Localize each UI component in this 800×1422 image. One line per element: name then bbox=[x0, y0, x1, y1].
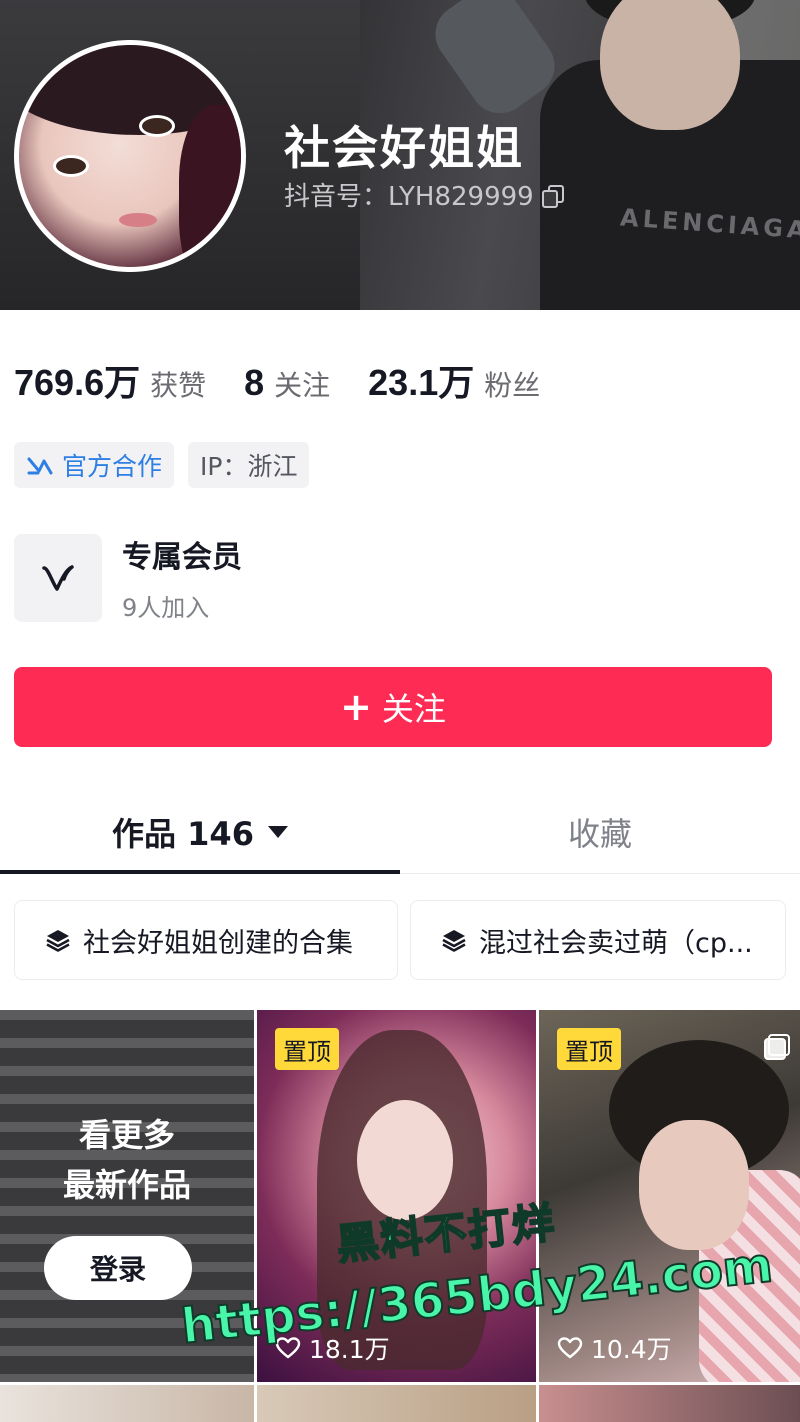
collection-item[interactable]: 社会好姐姐创建的合集 bbox=[14, 900, 398, 980]
avatar-eye-right bbox=[139, 115, 175, 137]
avatar-lips bbox=[119, 213, 157, 227]
avatar-hair-side bbox=[179, 105, 241, 267]
stat-likes-value: 769.6万 bbox=[14, 362, 141, 403]
login-button[interactable]: 登录 bbox=[44, 1236, 192, 1300]
stat-following-value: 8 bbox=[244, 362, 265, 403]
stat-following-label: 关注 bbox=[274, 369, 331, 402]
stat-following[interactable]: 8 关注 bbox=[244, 362, 330, 404]
exclusive-member-entry[interactable]: 专属会员 9人加入 bbox=[14, 532, 242, 623]
official-cooperation-tag[interactable]: 官方合作 bbox=[14, 442, 175, 488]
member-title: 专属会员 bbox=[122, 540, 242, 575]
member-text: 专属会员 9人加入 bbox=[122, 532, 242, 623]
heart-icon bbox=[557, 1336, 583, 1360]
tab-works-label: 作品 146 bbox=[112, 814, 254, 853]
follow-button-label: 关注 bbox=[381, 690, 446, 728]
copy-icon[interactable] bbox=[541, 184, 564, 208]
pinned-badge: 置顶 bbox=[275, 1028, 339, 1070]
stat-likes-label: 获赞 bbox=[150, 369, 207, 402]
collection-label: 混过社会卖过萌（cp... bbox=[479, 927, 753, 959]
cover-face bbox=[600, 0, 740, 130]
profile-stats: 769.6万 获赞 8 关注 23.1万 粉丝 bbox=[14, 354, 578, 406]
ip-tag-label: IP：浙江 bbox=[200, 452, 298, 481]
ip-location-tag: IP：浙江 bbox=[188, 442, 310, 488]
video-grid-next-row bbox=[0, 1385, 800, 1422]
profile-nickname: 社会好姐姐 bbox=[284, 121, 524, 175]
collection-item[interactable]: 混过社会卖过萌（cp... bbox=[410, 900, 786, 980]
stat-followers-label: 粉丝 bbox=[484, 369, 541, 402]
caret-down-icon[interactable] bbox=[267, 825, 288, 838]
video-thumbnail[interactable] bbox=[0, 1385, 257, 1422]
official-tag-label: 官方合作 bbox=[62, 452, 163, 481]
see-more-prompt: 看更多 最新作品 bbox=[0, 1110, 254, 1210]
see-more-line2: 最新作品 bbox=[62, 1166, 191, 1204]
video-likes: 10.4万 bbox=[557, 1330, 672, 1366]
tab-favorites[interactable]: 收藏 bbox=[400, 790, 800, 873]
member-v-icon bbox=[14, 533, 102, 622]
stat-likes[interactable]: 769.6万 获赞 bbox=[14, 354, 206, 406]
video-thumbnail[interactable] bbox=[257, 1385, 539, 1422]
avatar-eye-left bbox=[53, 155, 89, 177]
tab-works[interactable]: 作品 146 bbox=[0, 790, 400, 874]
collections-row: 社会好姐姐创建的合集 混过社会卖过萌（cp... bbox=[14, 900, 786, 980]
stat-followers-value: 23.1万 bbox=[368, 362, 475, 403]
layers-icon bbox=[45, 927, 71, 953]
profile-tags: 官方合作 IP：浙江 bbox=[14, 442, 310, 488]
stat-followers[interactable]: 23.1万 粉丝 bbox=[368, 354, 540, 406]
likes-count: 10.4万 bbox=[591, 1335, 672, 1364]
thumbnail-face bbox=[639, 1120, 749, 1250]
profile-tabs: 作品 146 收藏 bbox=[0, 790, 800, 874]
avatar[interactable] bbox=[14, 40, 246, 272]
plus-icon: + bbox=[340, 685, 372, 729]
pinned-badge: 置顶 bbox=[557, 1028, 621, 1070]
official-bolt-icon bbox=[26, 454, 54, 476]
video-thumbnail[interactable] bbox=[539, 1385, 800, 1422]
douyin-id-text: 抖音号：LYH829999 bbox=[284, 182, 534, 212]
collection-label: 社会好姐姐创建的合集 bbox=[83, 927, 353, 959]
tab-favorites-label: 收藏 bbox=[567, 814, 632, 853]
douyin-id-row[interactable]: 抖音号：LYH829999 bbox=[284, 176, 564, 213]
layers-icon bbox=[441, 927, 467, 953]
see-more-line1: 看更多 bbox=[78, 1116, 175, 1154]
video-thumbnail[interactable]: 置顶 10.4万 bbox=[539, 1010, 800, 1382]
member-subtitle: 9人加入 bbox=[122, 594, 210, 622]
multi-image-icon bbox=[764, 1034, 790, 1060]
follow-button[interactable]: + 关注 bbox=[14, 667, 772, 747]
